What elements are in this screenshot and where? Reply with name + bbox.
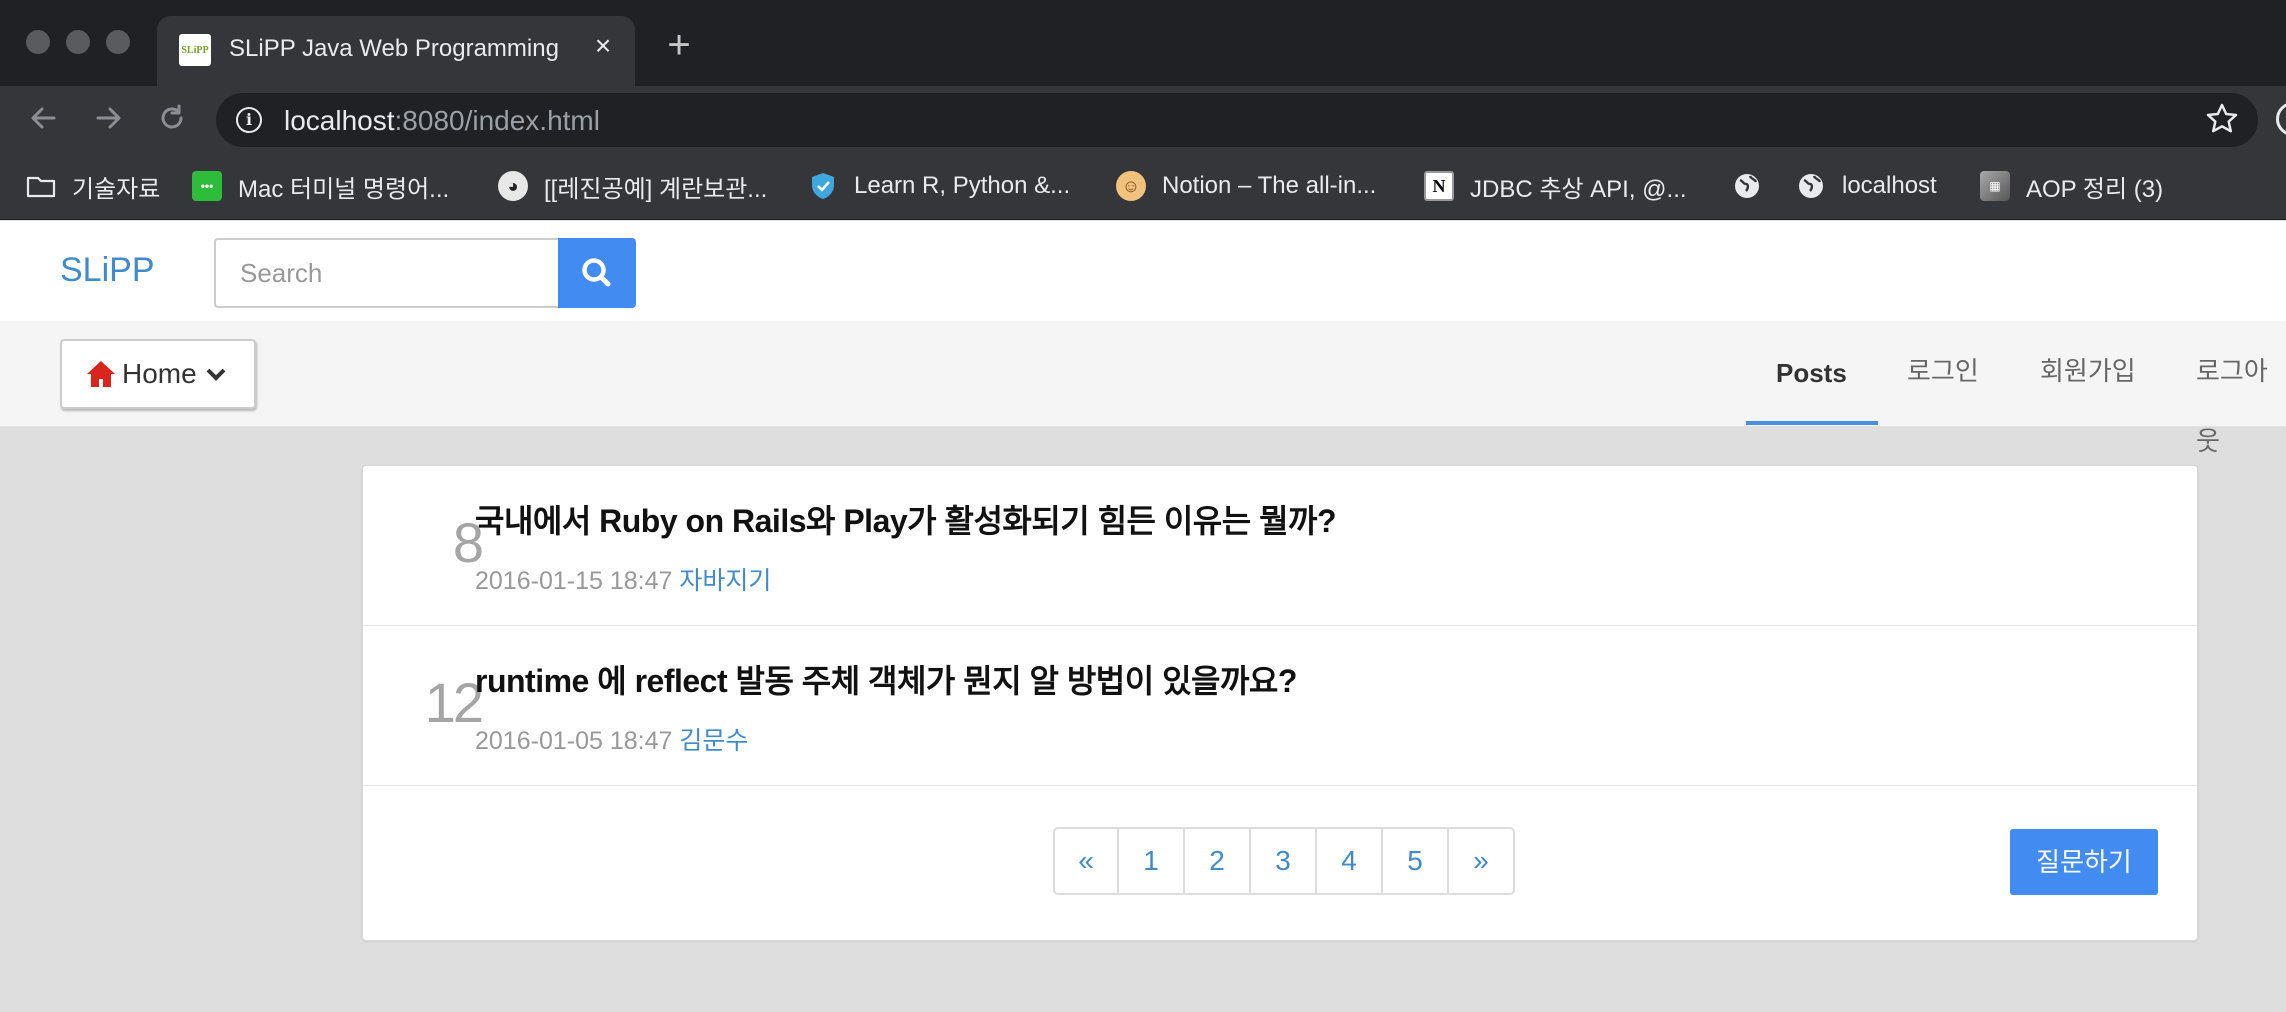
notion-icon: N [1424, 171, 1454, 201]
slipp-favicon-icon: SLiPP [179, 34, 211, 66]
folder-icon [26, 176, 56, 198]
page-1[interactable]: 1 [1117, 829, 1183, 893]
bookmark-label: Mac 터미널 명령어... [238, 175, 450, 203]
bookmark-item[interactable]: 기술자료 [26, 168, 160, 204]
raccoon-icon: ◕ [498, 171, 528, 201]
url-text[interactable]: localhost:8080/index.html [284, 105, 600, 137]
bookmark-label: [[레진공예] 계란보관... [544, 175, 768, 203]
page-prev[interactable]: « [1055, 829, 1117, 893]
image-icon: ▦ [1980, 171, 2010, 201]
bookmark-item[interactable]: ◕ [[레진공예] 계란보관... [498, 168, 767, 204]
globe-icon [1735, 174, 1759, 198]
search-button[interactable] [558, 238, 636, 308]
site-info-icon[interactable]: i [236, 107, 262, 133]
bookmark-item[interactable]: Learn R, Python &... [808, 168, 1070, 204]
bookmark-item[interactable]: localhost [1796, 168, 1937, 204]
post-title[interactable]: 국내에서 Ruby on Rails와 Play가 활성화되기 힘든 이유는 뭘… [475, 496, 1337, 542]
profile-avatar-icon[interactable] [2276, 102, 2286, 136]
pagination: « 1 2 3 4 5 » [1053, 827, 1515, 895]
person-icon: ☺ [1116, 171, 1146, 201]
bookmark-label: JDBC 추상 API, @... [1470, 175, 1687, 203]
bookmark-star-icon[interactable] [2204, 101, 2240, 137]
post-row[interactable]: 8 국내에서 Ruby on Rails와 Play가 활성화되기 힘든 이유는… [363, 466, 2197, 626]
window-zoom-dot[interactable] [106, 30, 130, 54]
post-meta: 2016-01-15 18:47 자바지기 [475, 561, 771, 597]
chevron-down-icon [206, 368, 226, 381]
browser-tabstrip: SLiPP SLiPP Java Web Programming × + [0, 0, 2286, 86]
home-dropdown-button[interactable]: Home [60, 339, 256, 409]
post-author[interactable]: 김문수 [679, 727, 748, 755]
search-input[interactable] [214, 238, 559, 308]
nav-logout[interactable]: 로그아웃 [2196, 336, 2286, 456]
page-4[interactable]: 4 [1315, 829, 1381, 893]
back-arrow-icon[interactable] [26, 100, 62, 136]
bookmark-item[interactable]: ••• Mac 터미널 명령어... [192, 168, 449, 204]
search-icon [582, 258, 611, 287]
chat-icon: ••• [192, 171, 222, 201]
bookmark-item[interactable]: N JDBC 추상 API, @... [1424, 168, 1687, 204]
ask-question-button[interactable]: 질문하기 [2010, 829, 2158, 895]
page-2[interactable]: 2 [1183, 829, 1249, 893]
page-3[interactable]: 3 [1249, 829, 1315, 893]
bookmark-item[interactable] [1732, 168, 1778, 204]
answer-count: 12 [424, 671, 484, 734]
tab-close-icon[interactable]: × [589, 32, 617, 60]
window-minimize-dot[interactable] [66, 30, 90, 54]
bookmark-label: localhost [1842, 172, 1937, 199]
nav-posts[interactable]: Posts [1776, 338, 1847, 443]
bookmark-label: 기술자료 [72, 175, 161, 203]
browser-tab[interactable]: SLiPP SLiPP Java Web Programming × [157, 16, 635, 86]
page-content: SLiPP Home Posts 로그인 회원가입 로그아웃 8 국내에서 Ru… [0, 221, 2286, 1012]
browser-toolbar: i localhost:8080/index.html [0, 86, 2286, 152]
answer-count: 8 [452, 511, 484, 574]
bookmark-label: Learn R, Python &... [854, 172, 1071, 199]
active-tab-indicator [1746, 421, 1878, 425]
top-navbar: SLiPP [0, 221, 2286, 321]
post-meta: 2016-01-05 18:47 김문수 [475, 721, 748, 757]
home-label: Home [122, 358, 197, 389]
nav-login[interactable]: 로그인 [1907, 336, 1979, 441]
bookmarks-bar: 기술자료 ••• Mac 터미널 명령어... ◕ [[레진공예] 계란보관..… [0, 152, 2286, 220]
post-row[interactable]: 12 runtime 에 reflect 발동 주체 객체가 뭔지 알 방법이 … [363, 626, 2197, 786]
new-tab-icon[interactable]: + [662, 25, 696, 65]
window-close-dot[interactable] [26, 30, 50, 54]
globe-icon [1799, 174, 1823, 198]
page-5[interactable]: 5 [1381, 829, 1447, 893]
reload-icon[interactable] [154, 100, 190, 136]
home-icon [87, 361, 115, 387]
post-date: 2016-01-05 18:47 [475, 727, 673, 755]
address-bar[interactable]: i localhost:8080/index.html [216, 93, 2258, 147]
posts-panel: 8 국내에서 Ruby on Rails와 Play가 활성화되기 힘든 이유는… [362, 465, 2198, 941]
bookmark-item[interactable]: ▦ AOP 정리 (3) [1980, 168, 2163, 204]
post-title[interactable]: runtime 에 reflect 발동 주체 객체가 뭔지 알 방법이 있을까… [475, 656, 1297, 702]
post-date: 2016-01-15 18:47 [475, 567, 673, 595]
bookmark-label: AOP 정리 (3) [2026, 175, 2164, 203]
sub-navbar: Home Posts 로그인 회원가입 로그아웃 [0, 321, 2286, 456]
post-author[interactable]: 자바지기 [679, 567, 771, 595]
nav-signup[interactable]: 회원가입 [2040, 336, 2136, 441]
tab-title: SLiPP Java Web Programming [229, 35, 559, 62]
brand-logo[interactable]: SLiPP [60, 251, 155, 290]
forward-arrow-icon[interactable] [90, 100, 126, 136]
shield-icon [812, 173, 834, 199]
bookmark-label: Notion – The all-in... [1162, 172, 1377, 199]
page-next[interactable]: » [1447, 829, 1513, 893]
bookmark-item[interactable]: ☺ Notion – The all-in... [1116, 168, 1376, 204]
